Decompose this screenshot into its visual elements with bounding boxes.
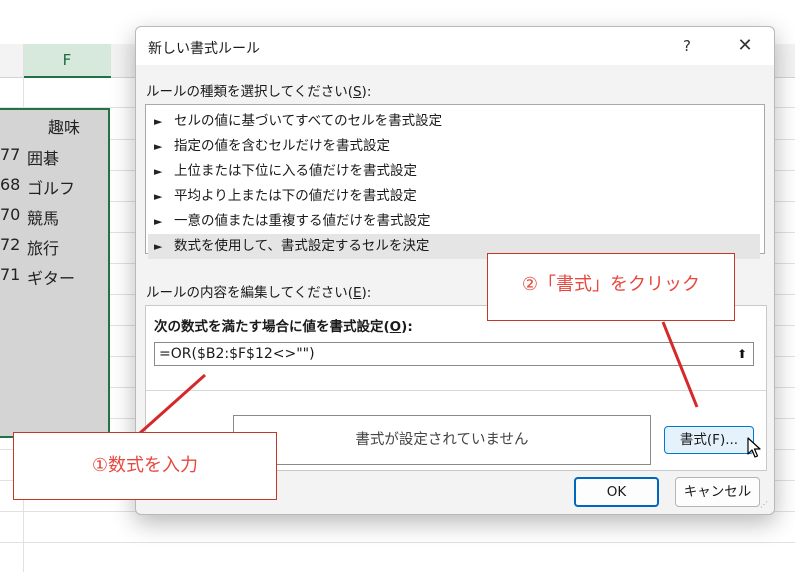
- help-icon[interactable]: ?: [674, 33, 700, 59]
- rule-type-item[interactable]: ► 平均より上または下の値だけを書式設定: [148, 184, 760, 209]
- format-button[interactable]: 書式(F)...: [664, 426, 754, 454]
- rule-type-item[interactable]: ► 一意の値または重複する値だけを書式設定: [148, 209, 760, 234]
- rule-type-item[interactable]: ► 上位または下位に入る値だけを書式設定: [148, 159, 760, 184]
- dialog-title: 新しい書式ルール: [148, 41, 260, 57]
- cell-e4[interactable]: 70: [0, 205, 20, 224]
- format-preview: 書式が設定されていません: [233, 415, 651, 465]
- column-header-f[interactable]: F: [23, 44, 111, 78]
- ok-button[interactable]: OK: [574, 477, 659, 507]
- dialog-titlebar[interactable]: 新しい書式ルール ? ✕: [136, 27, 774, 65]
- resize-grip-icon[interactable]: ⋰: [760, 500, 770, 510]
- rule-type-list[interactable]: ► セルの値に基づいてすべてのセルを書式設定 ► 指定の値を含むセルだけを書式設定 …: [145, 104, 765, 259]
- cell-e2[interactable]: 77: [0, 145, 20, 164]
- cell-f5[interactable]: 旅行: [27, 235, 59, 259]
- arrow-right-icon: ►: [154, 165, 163, 178]
- cell-e3[interactable]: 68: [0, 175, 20, 194]
- arrow-right-icon: ►: [154, 190, 163, 203]
- formula-value: =OR($B2:$F$12<>""): [159, 346, 315, 362]
- rule-type-item[interactable]: ► 指定の値を含むセルだけを書式設定: [148, 134, 760, 159]
- cell-f6[interactable]: ギター: [27, 265, 75, 289]
- rule-type-label: ルールの種類を選択してください(S):: [146, 84, 372, 100]
- cell-e6[interactable]: 71: [0, 265, 20, 284]
- formula-input[interactable]: =OR($B2:$F$12<>"") ⬆: [154, 342, 754, 366]
- callout-step2: ②「書式」をクリック: [487, 253, 735, 321]
- cell-f2[interactable]: 囲碁: [27, 145, 59, 169]
- formula-label: 次の数式を満たす場合に値を書式設定(O):: [154, 319, 413, 335]
- arrow-right-icon: ►: [154, 115, 163, 128]
- cell-f1-header[interactable]: 趣味: [48, 114, 80, 138]
- arrow-right-icon: ►: [154, 240, 163, 253]
- edit-rule-label: ルールの内容を編集してください(E):: [146, 285, 372, 301]
- collapse-dialog-icon[interactable]: ⬆: [733, 345, 751, 363]
- divider: [146, 390, 766, 391]
- mouse-cursor-icon: [747, 437, 761, 458]
- cell-e5[interactable]: 72: [0, 235, 20, 254]
- close-icon[interactable]: ✕: [732, 33, 758, 59]
- cell-f4[interactable]: 競馬: [27, 205, 59, 229]
- arrow-right-icon: ►: [154, 215, 163, 228]
- callout-step1: ①数式を入力: [13, 432, 277, 500]
- cell-f3[interactable]: ゴルフ: [27, 175, 75, 199]
- arrow-right-icon: ►: [154, 140, 163, 153]
- cancel-button[interactable]: キャンセル: [675, 477, 760, 507]
- rule-type-item[interactable]: ► セルの値に基づいてすべてのセルを書式設定: [148, 109, 760, 134]
